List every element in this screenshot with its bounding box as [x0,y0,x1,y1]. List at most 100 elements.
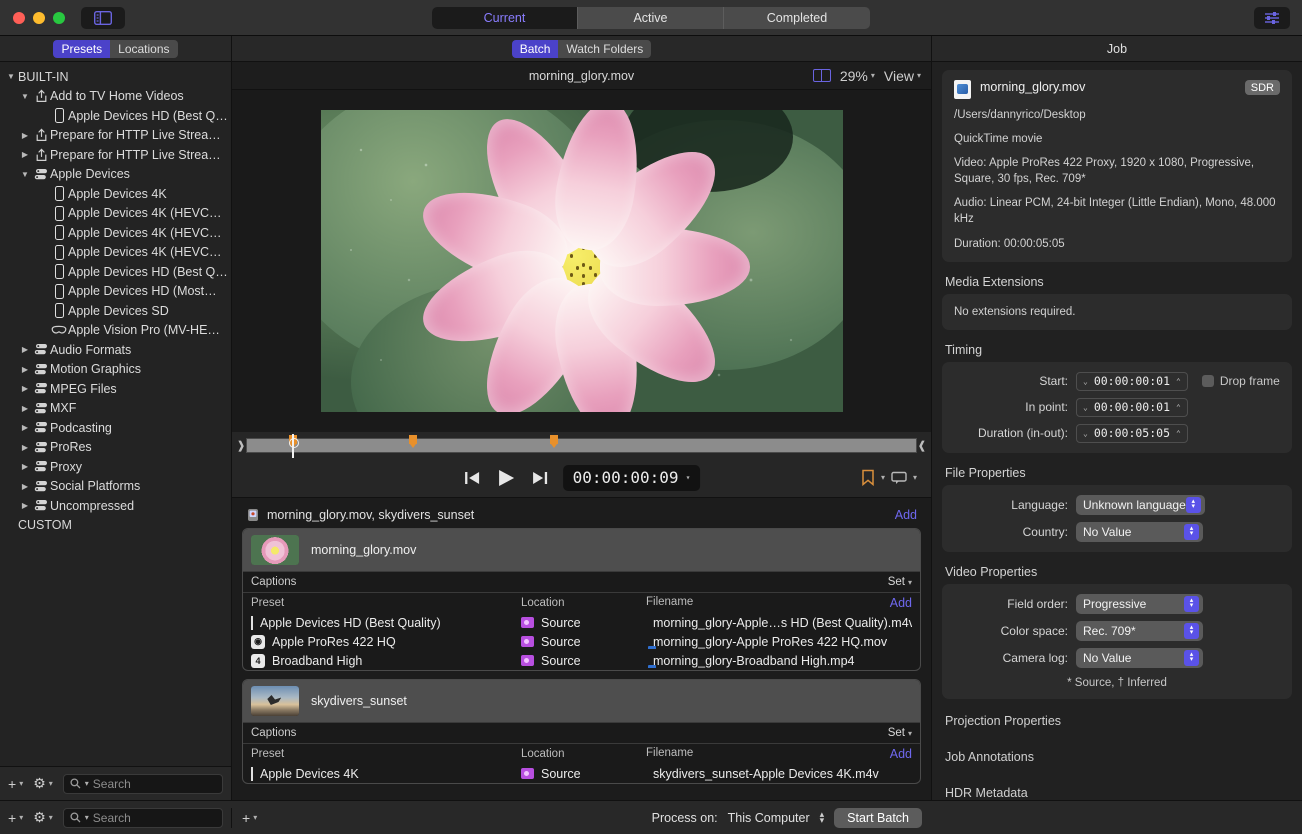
sidebar-item-apple-vision-pro-mv-he[interactable]: Apple Vision Pro (MV-HE… [0,321,231,341]
inspector-section-projection-properties[interactable]: Projection Properties [942,703,1292,739]
sidebar-item-apple-devices[interactable]: ▼Apple Devices [0,165,231,185]
jump-start-icon[interactable]: ❱ [236,439,246,452]
output-row[interactable]: Apple Devices HD (Best Quality)Sourcemor… [243,613,920,632]
country-select[interactable]: No Value ▴▾ [1076,522,1203,542]
sidebar-item-apple-devices-4k[interactable]: Apple Devices 4K [0,184,231,204]
captions-set-menu[interactable]: Set▾ [888,727,912,739]
in-point-timecode-stepper[interactable]: ⌄ 00:00:00:01 ⌃ [1076,398,1188,417]
start-timecode-stepper[interactable]: ⌄ 00:00:00:01 ⌃ [1076,372,1188,391]
video-preview[interactable] [232,90,931,432]
chevron-right-icon[interactable]: ▶ [18,404,32,413]
chevron-down-icon[interactable]: ▾ [686,473,691,482]
tree-group-header[interactable]: CUSTOM [0,516,231,536]
sliders-icon[interactable] [1254,7,1290,29]
tab-completed[interactable]: Completed [724,7,870,29]
tab-current[interactable]: Current [432,7,578,29]
presets-locations-switch[interactable]: Presets Locations [53,40,177,58]
sidebar-item-mpeg-files[interactable]: ▶MPEG Files [0,379,231,399]
chevron-down-icon[interactable]: ⌄ [1083,429,1088,438]
bookmark-icon[interactable] [861,469,875,486]
output-row[interactable]: ◉Apple ProRes 422 HQSourcemorning_glory-… [243,632,920,651]
preset-actions-button[interactable]: ⚙▾ [33,775,53,792]
chevron-down-icon[interactable]: ▾ [913,473,917,482]
pill-presets[interactable]: Presets [53,40,110,58]
chevron-right-icon[interactable]: ▶ [18,482,32,491]
job-card[interactable]: morning_glory.movCaptionsSet▾PresetLocat… [242,528,921,671]
chevron-right-icon[interactable]: ▶ [18,345,32,354]
chevron-right-icon[interactable]: ▶ [18,384,32,393]
output-row[interactable]: 4Broadband HighSourcemorning_glory-Broad… [243,651,920,670]
sidebar-toggle-icon[interactable] [81,7,125,29]
chevron-up-icon[interactable]: ⌃ [1176,377,1181,386]
chevron-right-icon[interactable]: ▶ [18,423,32,432]
chevron-right-icon[interactable]: ▶ [18,131,32,140]
language-select[interactable]: Unknown language ▴▾ [1076,495,1205,515]
close-window-button[interactable] [13,12,25,24]
sidebar-item-proxy[interactable]: ▶Proxy [0,457,231,477]
chevron-right-icon[interactable]: ▶ [18,501,32,510]
presets-tree[interactable]: ▼BUILT-IN▼Add to TV Home VideosApple Dev… [0,62,231,766]
output-row[interactable]: Apple Devices 4KSourceskydivers_sunset-A… [243,764,920,783]
sidebar-item-motion-graphics[interactable]: ▶Motion Graphics [0,360,231,380]
camera-log-select[interactable]: No Value ▴▾ [1076,648,1203,668]
pill-locations[interactable]: Locations [110,40,177,58]
jump-end-icon[interactable]: ❰ [917,439,927,452]
minimize-window-button[interactable] [33,12,45,24]
skip-next-icon[interactable] [531,470,549,486]
view-menu[interactable]: View▾ [884,68,921,84]
split-view-icon[interactable] [813,69,831,82]
sidebar-item-audio-formats[interactable]: ▶Audio Formats [0,340,231,360]
stepper-arrows-icon[interactable]: ▴▾ [820,812,825,823]
range-marker[interactable] [409,435,417,444]
sidebar-item-prepare-for-http-live-strea[interactable]: ▶Prepare for HTTP Live Strea… [0,126,231,146]
scrubber-row[interactable]: ❱ ❰ [232,432,931,458]
chevron-right-icon[interactable]: ▶ [18,365,32,374]
preset-actions-button-bottom[interactable]: ⚙▾ [33,809,53,826]
process-on-value[interactable]: This Computer [728,811,810,825]
add-output-link[interactable]: Add [890,747,912,761]
range-marker[interactable] [550,435,558,444]
job-header[interactable]: morning_glory.mov [243,529,920,571]
add-output-link[interactable]: Add [890,596,912,610]
chevron-down-icon[interactable]: ▾ [881,473,885,482]
pill-watch-folders[interactable]: Watch Folders [558,40,651,58]
sidebar-item-social-platforms[interactable]: ▶Social Platforms [0,477,231,497]
add-job-button[interactable]: +▾ [242,810,257,826]
chevron-up-icon[interactable]: ⌃ [1176,403,1181,412]
sidebar-item-apple-devices-4k-hevc[interactable]: Apple Devices 4K (HEVC… [0,243,231,263]
sidebar-item-apple-devices-hd-best-q[interactable]: Apple Devices HD (Best Q… [0,106,231,126]
sidebar-item-apple-devices-hd-most[interactable]: Apple Devices HD (Most… [0,282,231,302]
batch-state-tabs[interactable]: Current Active Completed [432,7,870,29]
sidebar-item-prores[interactable]: ▶ProRes [0,438,231,458]
chevron-right-icon[interactable]: ▶ [18,443,32,452]
chevron-right-icon[interactable]: ▶ [18,150,32,159]
sidebar-item-apple-devices-4k-hevc[interactable]: Apple Devices 4K (HEVC… [0,223,231,243]
add-preset-button[interactable]: +▾ [8,776,23,792]
sidebar-item-add-to-tv-home-videos[interactable]: ▼Add to TV Home Videos [0,87,231,107]
sidebar-item-apple-devices-hd-best-q[interactable]: Apple Devices HD (Best Q… [0,262,231,282]
inspector-section-hdr-metadata[interactable]: HDR Metadata [942,775,1292,800]
sidebar-item-apple-devices-4k-hevc[interactable]: Apple Devices 4K (HEVC… [0,204,231,224]
timecode-field[interactable]: 00:00:00:09 ▾ [563,465,701,491]
duration-timecode-stepper[interactable]: ⌄ 00:00:05:05 ⌃ [1076,424,1188,443]
inspector-section-job-annotations[interactable]: Job Annotations [942,739,1292,775]
start-batch-button[interactable]: Start Batch [834,808,922,828]
chevron-down-icon[interactable]: ⌄ [1083,377,1088,386]
zoom-window-button[interactable] [53,12,65,24]
tab-active[interactable]: Active [578,7,724,29]
drop-frame-checkbox[interactable] [1202,375,1214,387]
chevron-down-icon[interactable]: ⌄ [1083,403,1088,412]
job-header[interactable]: skydivers_sunset [243,680,920,722]
batch-add-link[interactable]: Add [895,508,917,522]
job-card[interactable]: skydivers_sunsetCaptionsSet▾PresetLocati… [242,679,921,784]
pill-batch[interactable]: Batch [512,40,559,58]
chevron-down-icon[interactable]: ▼ [4,72,18,81]
sidebar-item-prepare-for-http-live-strea[interactable]: ▶Prepare for HTTP Live Strea… [0,145,231,165]
sidebar-item-uncompressed[interactable]: ▶Uncompressed [0,496,231,516]
chevron-down-icon[interactable]: ▼ [18,92,32,101]
batch-watchfolders-switch[interactable]: Batch Watch Folders [512,40,652,58]
chevron-down-icon[interactable]: ▼ [18,170,32,179]
skip-previous-icon[interactable] [463,470,481,486]
captions-set-menu[interactable]: Set▾ [888,576,912,588]
add-preset-button-bottom[interactable]: +▾ [8,810,23,826]
